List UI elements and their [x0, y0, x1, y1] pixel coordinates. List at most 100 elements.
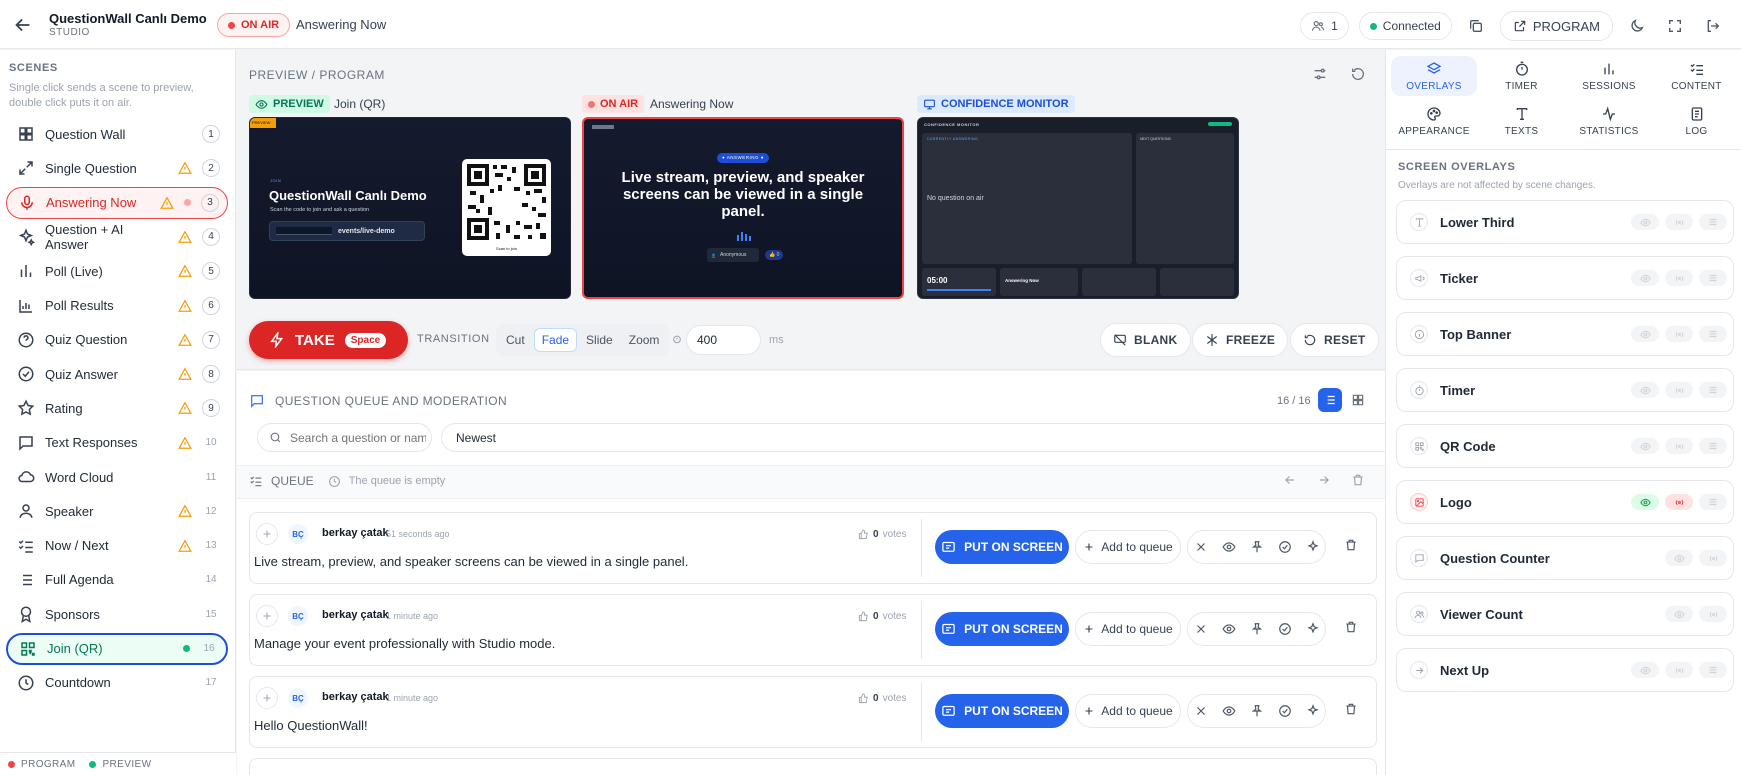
- pin-icon[interactable]: [1250, 622, 1264, 636]
- overlay-item[interactable]: Question Counter: [1396, 536, 1734, 580]
- broadcast-toggle-icon[interactable]: [1699, 606, 1727, 622]
- grid-view-icon[interactable]: [1346, 388, 1370, 412]
- add-to-queue-button[interactable]: Add to queue: [1075, 694, 1181, 728]
- drag-handle-icon[interactable]: [1699, 214, 1727, 230]
- broadcast-toggle-icon[interactable]: [1665, 662, 1693, 678]
- overlay-item[interactable]: QR Code: [1396, 424, 1734, 468]
- overlay-item[interactable]: Next Up: [1396, 648, 1734, 692]
- put-on-screen-button[interactable]: PUT ON SCREEN: [935, 694, 1069, 728]
- scene-item[interactable]: Sponsors 15: [6, 598, 228, 630]
- scene-item[interactable]: Single Question 2: [6, 152, 228, 184]
- settings-sliders-icon[interactable]: [1312, 66, 1328, 82]
- pin-icon[interactable]: [1250, 540, 1264, 554]
- transition-option[interactable]: Slide: [579, 329, 620, 351]
- broadcast-toggle-icon[interactable]: [1665, 326, 1693, 342]
- trash-icon[interactable]: [1351, 473, 1365, 487]
- tab-timer[interactable]: TIMER: [1479, 56, 1565, 96]
- visibility-toggle-icon[interactable]: [1631, 326, 1659, 342]
- transition-option[interactable]: Zoom: [622, 329, 667, 351]
- drag-handle-icon[interactable]: [1699, 438, 1727, 454]
- fullscreen-button[interactable]: [1661, 12, 1689, 40]
- visibility-toggle-icon[interactable]: [1631, 662, 1659, 678]
- scene-item[interactable]: Quiz Question 7: [6, 324, 228, 356]
- scene-item[interactable]: Join (QR) 16: [6, 632, 228, 665]
- scene-item[interactable]: Question + AI Answer 4: [6, 221, 228, 253]
- list-view-icon[interactable]: [1318, 388, 1342, 412]
- take-button[interactable]: TAKE Space: [249, 321, 408, 359]
- back-arrow-icon[interactable]: [12, 14, 34, 36]
- freeze-button[interactable]: FREEZE: [1192, 323, 1289, 357]
- plus-icon[interactable]: [256, 687, 278, 709]
- put-on-screen-button[interactable]: PUT ON SCREEN: [935, 612, 1069, 646]
- overlay-item[interactable]: Viewer Count: [1396, 592, 1734, 636]
- overlay-item[interactable]: Logo: [1396, 480, 1734, 524]
- visibility-toggle-icon[interactable]: [1631, 214, 1659, 230]
- refresh-icon[interactable]: [1350, 66, 1366, 82]
- delete-trash-icon[interactable]: [1344, 538, 1358, 552]
- plus-icon[interactable]: [256, 523, 278, 545]
- add-to-queue-button[interactable]: Add to queue: [1075, 530, 1181, 564]
- duration-input[interactable]: 400: [686, 325, 761, 355]
- drag-handle-icon[interactable]: [1699, 494, 1727, 510]
- visibility-toggle-icon[interactable]: [1665, 550, 1693, 566]
- overlay-item[interactable]: Timer: [1396, 368, 1734, 412]
- drag-handle-icon[interactable]: [1699, 326, 1727, 342]
- eye-icon[interactable]: [1221, 704, 1236, 718]
- scene-item[interactable]: Quiz Answer 8: [6, 358, 228, 390]
- broadcast-toggle-icon[interactable]: [1665, 382, 1693, 398]
- scene-item[interactable]: Poll Results 6: [6, 290, 228, 322]
- arrow-left-icon[interactable]: [1283, 473, 1297, 487]
- scene-item[interactable]: Text Responses 10: [6, 427, 228, 459]
- search-input[interactable]: [290, 430, 426, 445]
- scene-item[interactable]: Now / Next 13: [6, 530, 228, 562]
- check-circle-icon[interactable]: [1278, 704, 1292, 718]
- exit-button[interactable]: [1699, 12, 1727, 40]
- transition-option[interactable]: Fade: [533, 328, 578, 352]
- visibility-toggle-icon[interactable]: [1665, 606, 1693, 622]
- scene-item[interactable]: Countdown 17: [6, 667, 228, 699]
- scene-item[interactable]: Full Agenda 14: [6, 564, 228, 596]
- visibility-toggle-icon[interactable]: [1631, 382, 1659, 398]
- scene-item[interactable]: Question Wall 1: [6, 118, 228, 150]
- broadcast-toggle-icon[interactable]: [1665, 494, 1693, 510]
- scene-item[interactable]: Answering Now 3: [6, 186, 228, 219]
- eye-icon[interactable]: [1221, 540, 1236, 554]
- reject-x-icon[interactable]: [1194, 704, 1208, 718]
- duplicate-window-button[interactable]: [1462, 12, 1490, 40]
- overlay-item[interactable]: Ticker: [1396, 256, 1734, 300]
- visibility-toggle-icon[interactable]: [1631, 270, 1659, 286]
- ai-sparkle-icon[interactable]: [1306, 540, 1320, 554]
- transition-option[interactable]: Cut: [499, 329, 532, 351]
- question-search[interactable]: [257, 423, 432, 452]
- program-monitor[interactable]: ● ANSWERING ● Live stream, preview, and …: [582, 117, 904, 299]
- broadcast-toggle-icon[interactable]: [1665, 438, 1693, 454]
- ai-sparkle-icon[interactable]: [1306, 622, 1320, 636]
- drag-handle-icon[interactable]: [1699, 382, 1727, 398]
- visibility-toggle-icon[interactable]: [1631, 494, 1659, 510]
- drag-handle-icon[interactable]: [1699, 270, 1727, 286]
- program-open-button[interactable]: PROGRAM: [1499, 11, 1613, 41]
- tab-log[interactable]: LOG: [1654, 101, 1740, 141]
- tab-content[interactable]: CONTENT: [1654, 56, 1740, 96]
- scene-item[interactable]: Poll (Live) 5: [6, 255, 228, 287]
- overlay-item[interactable]: Top Banner: [1396, 312, 1734, 356]
- reject-x-icon[interactable]: [1194, 540, 1208, 554]
- check-circle-icon[interactable]: [1278, 622, 1292, 636]
- blank-button[interactable]: BLANK: [1100, 323, 1191, 357]
- reject-x-icon[interactable]: [1194, 622, 1208, 636]
- drag-handle-icon[interactable]: [1699, 662, 1727, 678]
- tab-statistics[interactable]: STATISTICS: [1566, 101, 1652, 141]
- overlay-item[interactable]: Lower Third: [1396, 200, 1734, 244]
- scene-item[interactable]: Speaker 12: [6, 495, 228, 527]
- delete-trash-icon[interactable]: [1344, 620, 1358, 634]
- broadcast-toggle-icon[interactable]: [1665, 214, 1693, 230]
- scene-item[interactable]: Rating 9: [6, 392, 228, 424]
- tab-appearance[interactable]: APPEARANCE: [1391, 101, 1477, 141]
- put-on-screen-button[interactable]: PUT ON SCREEN: [935, 530, 1069, 564]
- visibility-toggle-icon[interactable]: [1631, 438, 1659, 454]
- ai-sparkle-icon[interactable]: [1306, 704, 1320, 718]
- add-to-queue-button[interactable]: Add to queue: [1075, 612, 1181, 646]
- arrow-right-icon[interactable]: [1317, 473, 1331, 487]
- pin-icon[interactable]: [1250, 704, 1264, 718]
- tab-overlays[interactable]: OVERLAYS: [1391, 56, 1477, 96]
